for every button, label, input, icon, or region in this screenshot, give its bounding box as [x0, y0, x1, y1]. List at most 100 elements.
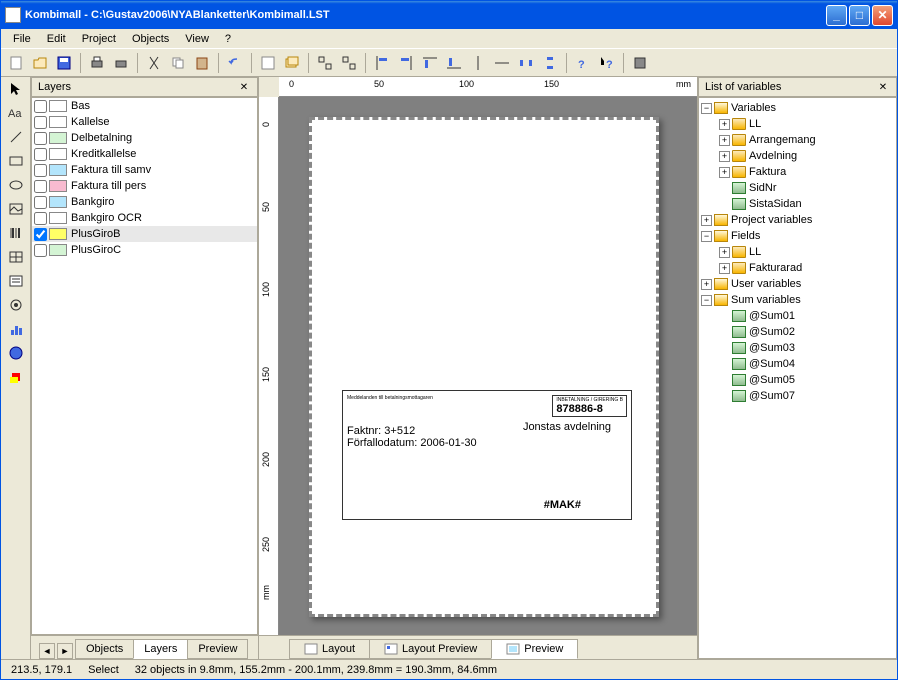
- layer-row[interactable]: Kreditkallelse: [32, 146, 257, 162]
- tab-scroll-left[interactable]: ◄: [39, 643, 55, 659]
- layer-checkbox[interactable]: [34, 132, 47, 145]
- copy-button[interactable]: [167, 52, 189, 74]
- tree-expand-icon[interactable]: +: [719, 167, 730, 178]
- layer-checkbox[interactable]: [34, 116, 47, 129]
- minimize-button[interactable]: _: [826, 5, 847, 26]
- tree-expand-icon[interactable]: +: [719, 263, 730, 274]
- tree-item[interactable]: @Sum05: [701, 372, 894, 388]
- layer-row[interactable]: Faktura till samv: [32, 162, 257, 178]
- tree-item[interactable]: @Sum03: [701, 340, 894, 356]
- layer-row[interactable]: PlusGiroC: [32, 242, 257, 258]
- layer-checkbox[interactable]: [34, 228, 47, 241]
- tree-item[interactable]: @Sum07: [701, 388, 894, 404]
- design-canvas[interactable]: Meddelanden till betalningsmottagaren IN…: [279, 97, 697, 635]
- tree-item[interactable]: +Faktura: [701, 164, 894, 180]
- group-button[interactable]: [314, 52, 336, 74]
- exit-button[interactable]: [629, 52, 651, 74]
- layer-checkbox[interactable]: [34, 148, 47, 161]
- properties-button[interactable]: [257, 52, 279, 74]
- tab-preview[interactable]: Preview: [187, 639, 248, 659]
- align-right-button[interactable]: [395, 52, 417, 74]
- tree-item[interactable]: @Sum01: [701, 308, 894, 324]
- tab-center-preview[interactable]: Preview: [491, 639, 578, 659]
- tree-item[interactable]: +Project variables: [701, 212, 894, 228]
- layer-checkbox[interactable]: [34, 100, 47, 113]
- tree-item[interactable]: @Sum02: [701, 324, 894, 340]
- layers-panel-close[interactable]: ✕: [237, 80, 251, 94]
- layer-row[interactable]: Bankgiro OCR: [32, 210, 257, 226]
- variables-panel-close[interactable]: ✕: [876, 80, 890, 94]
- tree-expand-icon[interactable]: +: [719, 151, 730, 162]
- tree-expand-icon[interactable]: −: [701, 103, 712, 114]
- cut-button[interactable]: [143, 52, 165, 74]
- layer-checkbox[interactable]: [34, 164, 47, 177]
- print-button[interactable]: [86, 52, 108, 74]
- tree-item[interactable]: −Sum variables: [701, 292, 894, 308]
- barcode-tool[interactable]: [5, 223, 27, 243]
- menu-help[interactable]: ?: [217, 31, 239, 47]
- chart-tool[interactable]: [5, 319, 27, 339]
- tree-item[interactable]: −Fields: [701, 228, 894, 244]
- form-tool[interactable]: [5, 295, 27, 315]
- ungroup-button[interactable]: [338, 52, 360, 74]
- context-help-button[interactable]: ?: [596, 52, 618, 74]
- align-center-v-button[interactable]: [491, 52, 513, 74]
- page-content-box[interactable]: Meddelanden till betalningsmottagaren IN…: [342, 390, 632, 520]
- menu-edit[interactable]: Edit: [39, 31, 74, 47]
- tab-layout[interactable]: Layout: [289, 639, 370, 659]
- tab-scroll-right[interactable]: ►: [57, 643, 73, 659]
- print-preview-button[interactable]: [110, 52, 132, 74]
- tree-item[interactable]: @Sum04: [701, 356, 894, 372]
- tree-item[interactable]: +Avdelning: [701, 148, 894, 164]
- tab-objects[interactable]: Objects: [75, 639, 134, 659]
- image-tool[interactable]: [5, 199, 27, 219]
- template-tool[interactable]: [5, 367, 27, 387]
- tree-item[interactable]: +User variables: [701, 276, 894, 292]
- line-tool[interactable]: [5, 127, 27, 147]
- new-button[interactable]: [5, 52, 27, 74]
- layer-checkbox[interactable]: [34, 180, 47, 193]
- help-button[interactable]: ?: [572, 52, 594, 74]
- distribute-h-button[interactable]: [515, 52, 537, 74]
- tree-item[interactable]: +LL: [701, 116, 894, 132]
- tree-item[interactable]: SidNr: [701, 180, 894, 196]
- tab-layout-preview[interactable]: Layout Preview: [369, 639, 492, 659]
- layer-row[interactable]: PlusGiroB: [32, 226, 257, 242]
- tree-item[interactable]: SistaSidan: [701, 196, 894, 212]
- layer-row[interactable]: Kallelse: [32, 114, 257, 130]
- open-button[interactable]: [29, 52, 51, 74]
- close-button[interactable]: ✕: [872, 5, 893, 26]
- text-tool[interactable]: Aa: [5, 103, 27, 123]
- tree-item[interactable]: −Variables: [701, 100, 894, 116]
- tree-expand-icon[interactable]: +: [719, 135, 730, 146]
- paste-button[interactable]: [191, 52, 213, 74]
- tree-expand-icon[interactable]: +: [719, 119, 730, 130]
- layer-row[interactable]: Bas: [32, 98, 257, 114]
- layer-checkbox[interactable]: [34, 212, 47, 225]
- tree-expand-icon[interactable]: +: [719, 247, 730, 258]
- distribute-v-button[interactable]: [539, 52, 561, 74]
- tree-expand-icon[interactable]: +: [701, 215, 712, 226]
- layer-row[interactable]: Bankgiro: [32, 194, 257, 210]
- tree-item[interactable]: +Fakturarad: [701, 260, 894, 276]
- table-tool[interactable]: [5, 247, 27, 267]
- layers-button[interactable]: [281, 52, 303, 74]
- save-button[interactable]: [53, 52, 75, 74]
- layer-row[interactable]: Faktura till pers: [32, 178, 257, 194]
- tree-expand-icon[interactable]: +: [701, 279, 712, 290]
- select-tool[interactable]: [5, 79, 27, 99]
- layer-checkbox[interactable]: [34, 196, 47, 209]
- layer-checkbox[interactable]: [34, 244, 47, 257]
- undo-button[interactable]: [224, 52, 246, 74]
- tree-item[interactable]: +LL: [701, 244, 894, 260]
- tree-expand-icon[interactable]: −: [701, 231, 712, 242]
- align-bottom-button[interactable]: [443, 52, 465, 74]
- menu-project[interactable]: Project: [74, 31, 124, 47]
- tab-layers[interactable]: Layers: [133, 639, 188, 659]
- menu-objects[interactable]: Objects: [124, 31, 177, 47]
- align-top-button[interactable]: [419, 52, 441, 74]
- maximize-button[interactable]: □: [849, 5, 870, 26]
- ole-tool[interactable]: [5, 343, 27, 363]
- align-center-h-button[interactable]: [467, 52, 489, 74]
- rect-tool[interactable]: [5, 151, 27, 171]
